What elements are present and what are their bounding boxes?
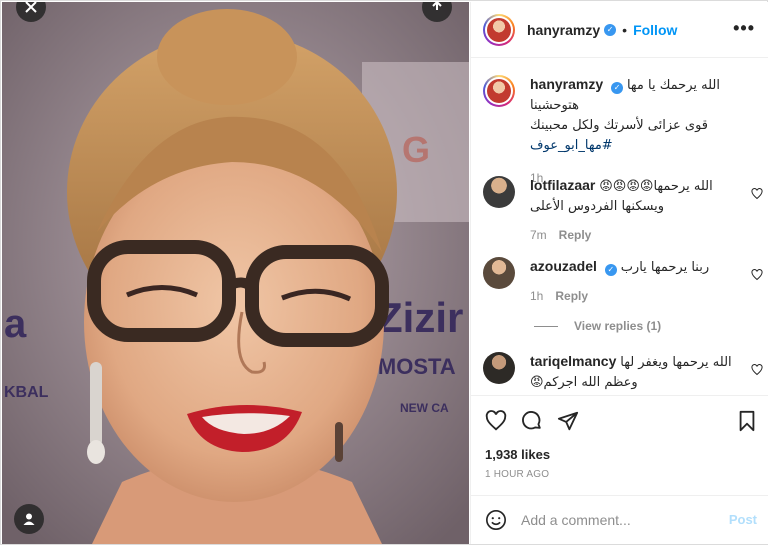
view-replies-button[interactable]: View replies (1) bbox=[534, 319, 661, 333]
header-separator: • bbox=[622, 21, 628, 38]
view-replies-line bbox=[534, 325, 558, 327]
post-sidebar: hanyramzy ✓ • Follow ••• hanyramzy ✓ الل… bbox=[470, 2, 768, 544]
svg-text:KBAL: KBAL bbox=[4, 384, 49, 401]
caption-username[interactable]: hanyramzy bbox=[530, 76, 603, 92]
comment-username[interactable]: tariqelmancy bbox=[530, 353, 616, 369]
tagged-users-button[interactable] bbox=[14, 504, 44, 534]
svg-text:a: a bbox=[4, 302, 27, 346]
post-photo[interactable]: G Zizir &MOSTA NEW CA a KBAL bbox=[2, 2, 469, 544]
comment-text-line1: الله يرحمها😡😡😡😡 bbox=[599, 179, 713, 194]
comment-time[interactable]: 1h bbox=[530, 289, 543, 303]
post-actions: 1,938 likes 1 HOUR AGO Add a comment... … bbox=[471, 395, 768, 545]
add-comment-input[interactable]: Add a comment... bbox=[521, 512, 729, 528]
heart-icon[interactable] bbox=[751, 364, 763, 376]
svg-text:Zizir: Zizir bbox=[377, 294, 463, 341]
comment-time[interactable]: 7m bbox=[530, 228, 547, 242]
comment-text-line1: الله يرحمها ويغفر لها bbox=[620, 355, 732, 370]
portrait-image: G Zizir &MOSTA NEW CA a KBAL bbox=[2, 2, 469, 544]
post-time[interactable]: 1 HOUR AGO bbox=[485, 469, 549, 480]
caption-avatar[interactable] bbox=[483, 75, 515, 107]
verified-icon: ✓ bbox=[604, 23, 617, 36]
author-avatar[interactable] bbox=[483, 13, 515, 46]
close-icon bbox=[25, 2, 37, 13]
reply-button[interactable]: Reply bbox=[555, 289, 588, 303]
comment-text-line2: ويسكنها الفردوس الأعلى bbox=[530, 199, 664, 214]
send-icon[interactable] bbox=[557, 410, 579, 432]
svg-text:G: G bbox=[402, 129, 430, 170]
verified-icon: ✓ bbox=[611, 82, 624, 94]
share-icon bbox=[432, 2, 442, 10]
verified-icon: ✓ bbox=[604, 264, 617, 276]
commenter-avatar[interactable] bbox=[483, 176, 515, 208]
post-comment-button[interactable]: Post bbox=[729, 512, 757, 527]
commenter-avatar[interactable] bbox=[483, 257, 515, 289]
bookmark-icon[interactable] bbox=[737, 410, 757, 432]
comment-username[interactable]: lotfilazaar bbox=[530, 177, 595, 193]
commenter-avatar[interactable] bbox=[483, 352, 515, 384]
comment-text: ربنا يرحمها يارب bbox=[620, 260, 710, 275]
add-comment-bar: Add a comment... Post bbox=[471, 495, 768, 543]
comments-list[interactable]: hanyramzy ✓ الله يرحمك يا مها هتوحشينا ق… bbox=[471, 59, 768, 395]
comment-username[interactable]: azouzadel bbox=[530, 258, 597, 274]
heart-icon[interactable] bbox=[751, 188, 763, 200]
post-header: hanyramzy ✓ • Follow ••• bbox=[471, 2, 768, 58]
post-modal: G Zizir &MOSTA NEW CA a KBAL hanyramzy ✓… bbox=[0, 0, 768, 545]
svg-text:NEW CA: NEW CA bbox=[400, 401, 449, 415]
heart-icon[interactable] bbox=[751, 269, 763, 281]
author-username[interactable]: hanyramzy bbox=[527, 22, 600, 38]
likes-count[interactable]: 1,938 likes bbox=[485, 447, 550, 462]
comment-icon[interactable] bbox=[521, 410, 543, 432]
caption-hashtag[interactable]: #مها_ابو_عوف bbox=[530, 138, 613, 153]
heart-icon[interactable] bbox=[485, 410, 507, 432]
emoji-icon[interactable] bbox=[485, 509, 507, 531]
caption-text-line2: قوى عزائى لأسرتك ولكل محبينك bbox=[530, 118, 709, 133]
user-tag-icon bbox=[23, 513, 35, 525]
comment-text-line2: وعظم الله اجركم😡 bbox=[530, 375, 638, 390]
more-icon[interactable]: ••• bbox=[733, 18, 755, 39]
view-replies-label: View replies (1) bbox=[574, 319, 662, 333]
follow-button[interactable]: Follow bbox=[633, 22, 677, 38]
reply-button[interactable]: Reply bbox=[559, 228, 592, 242]
